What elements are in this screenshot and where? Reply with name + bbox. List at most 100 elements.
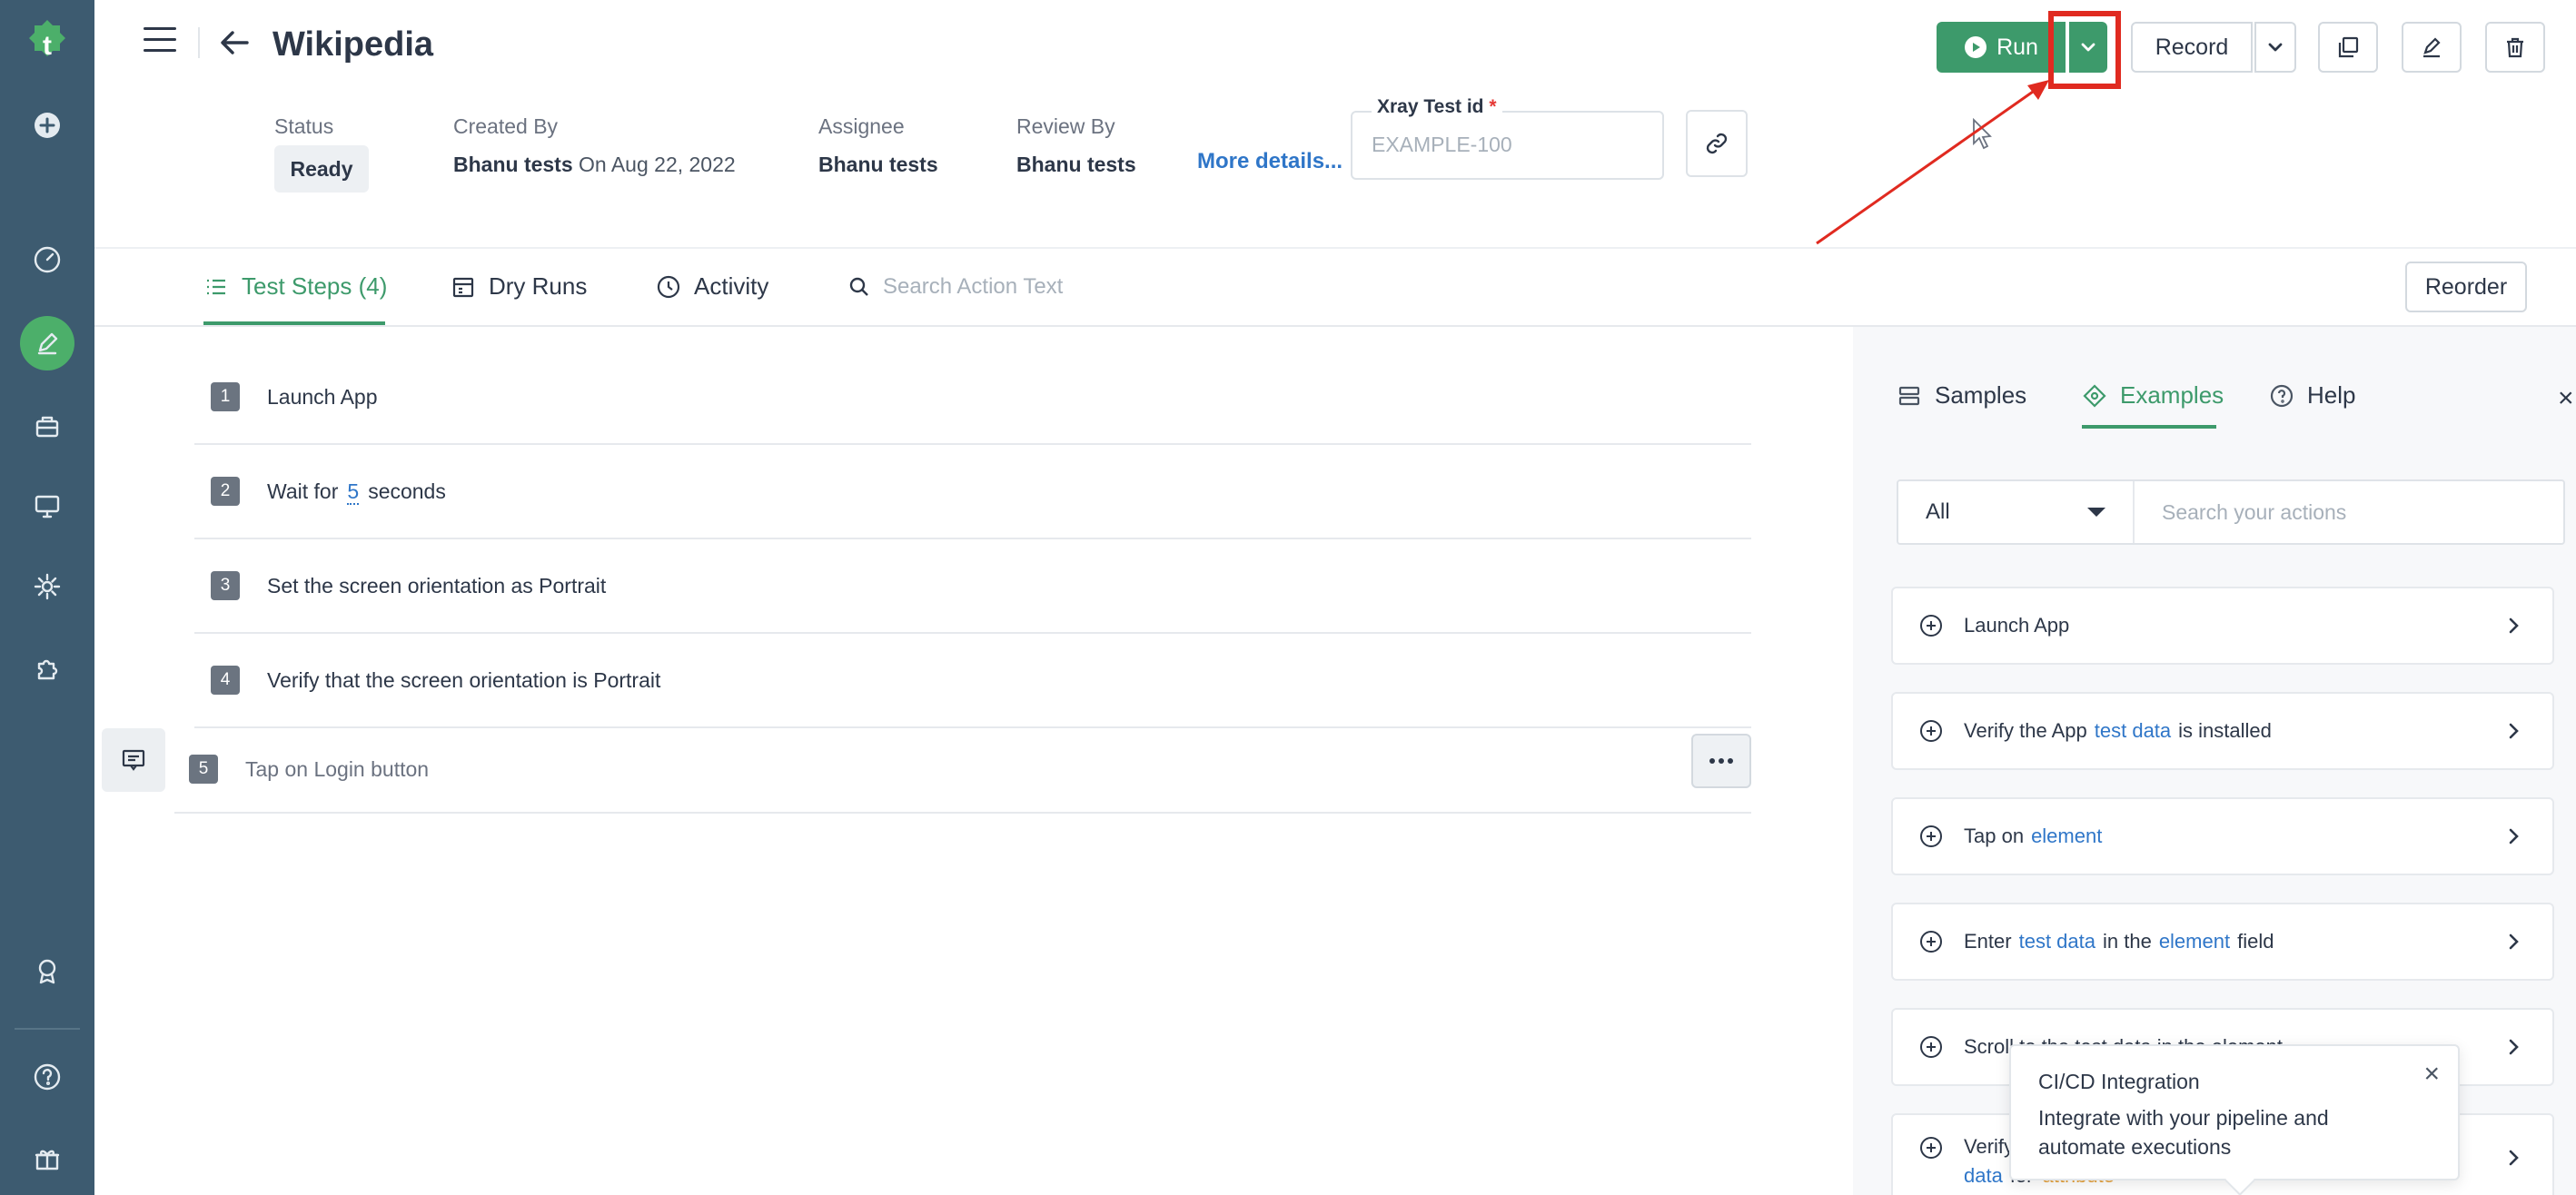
settings-gear-icon[interactable] [20,559,74,614]
chevron-right-icon [2509,1150,2519,1166]
edit-button[interactable] [2402,22,2462,73]
search-action-input[interactable] [883,274,1246,300]
action-param: element [2031,825,2103,847]
tab-dry-runs[interactable]: Dry Runs [451,272,587,301]
sidebar: t [0,0,94,1195]
create-new-icon[interactable] [20,98,74,153]
add-comment-button[interactable] [102,728,165,792]
chevron-right-icon [2509,828,2519,844]
test-step-row[interactable]: 2 Wait for 5 seconds [194,445,1751,539]
new-step-text[interactable]: Tap on Login button [245,757,429,782]
action-text-pre: Tap on [1964,825,2025,847]
chevron-right-icon [2509,1039,2519,1055]
step-text: Launch App [267,384,378,409]
panel-active-tab-underline [2082,425,2216,429]
search-action-text[interactable] [848,274,1246,300]
tabs-top-border [94,247,2576,249]
action-text: Enter test data in the element field [1964,930,2503,953]
samples-icon [1898,386,1920,405]
more-details-link[interactable]: More details... [1197,149,1342,174]
action-card[interactable]: Enter test data in the element field [1891,903,2554,981]
created-by-name: Bhanu tests [453,153,573,176]
step-more-options-button[interactable] [1691,734,1751,788]
tab-examples[interactable]: Examples [2082,381,2224,410]
devices-icon[interactable] [20,479,74,534]
test-suites-icon[interactable] [20,400,74,454]
dashboard-icon[interactable] [20,232,74,287]
tab-test-steps-label: Test Steps (4) [242,272,388,300]
mouse-cursor-icon [1973,118,1992,150]
tab-activity[interactable]: Activity [656,272,768,301]
chevron-down-icon [2268,43,2283,52]
xray-test-id-input[interactable] [1372,133,1644,157]
action-text-pre: Verify the App [1964,719,2087,742]
new-step-row[interactable]: 5 Tap on Login button [174,726,1751,814]
clock-icon [657,275,680,298]
back-arrow-icon[interactable] [218,29,251,56]
created-by-label: Created By [453,114,559,138]
status-label: Status [274,114,334,138]
action-card[interactable]: Tap on element [1891,797,2554,875]
category-selected-value: All [1926,499,1950,524]
step-number: 3 [211,571,240,600]
step-text-pre: Wait for [267,479,339,503]
plus-circle-icon [1920,931,1942,953]
tooltip-description: Integrate with your pipeline and automat… [2038,1106,2329,1159]
step-number: 2 [211,477,240,506]
testsigma-logo-icon[interactable]: t [18,13,76,71]
required-asterisk: * [1489,96,1497,117]
status-badge[interactable]: Ready [274,145,369,193]
plus-circle-icon [1920,615,1942,637]
action-text: Tap on element [1964,825,2503,848]
clone-button[interactable] [2318,22,2378,73]
addons-puzzle-icon[interactable] [20,641,74,696]
category-select[interactable]: All [1898,481,2135,543]
run-button[interactable]: Run [1937,22,2066,73]
tooltip-title: CI/CD Integration [2038,1070,2200,1093]
gift-icon[interactable] [20,1131,74,1186]
created-on-date: On Aug 22, 2022 [579,153,736,176]
step-text-post: seconds [368,479,446,503]
action-param: test data [2018,930,2095,953]
delete-button[interactable] [2485,22,2545,73]
record-button[interactable]: Record [2131,22,2253,73]
tab-examples-label: Examples [2120,381,2224,409]
test-step-row[interactable]: 3 Set the screen orientation as Portrait [194,539,1751,634]
tab-samples[interactable]: Samples [1897,381,2026,410]
run-label: Run [1996,34,2038,60]
help-icon[interactable] [20,1050,74,1104]
menu-hamburger-icon[interactable] [144,27,176,54]
action-card[interactable]: Verify the App test data is installed [1891,692,2554,770]
page-title: Wikipedia [272,25,434,64]
record-options-dropdown[interactable] [2254,22,2296,73]
test-development-icon[interactable] [20,316,74,370]
tab-help[interactable]: Help [2269,381,2355,410]
play-circle-icon [1965,36,1987,58]
reorder-button[interactable]: Reorder [2405,262,2527,312]
search-actions-input[interactable] [2135,499,2563,525]
test-step-row[interactable]: 4 Verify that the screen orientation is … [194,634,1751,728]
action-text: Verify the App test data is installed [1964,719,2503,743]
chevron-right-icon [2509,617,2519,634]
step-text: Wait for 5 seconds [267,479,446,505]
tooltip-close-icon[interactable]: × [2423,1059,2440,1090]
link-button[interactable] [1686,110,1748,177]
tab-test-steps[interactable]: Test Steps (4) [203,272,387,301]
action-text: Launch App [1964,614,2070,637]
cicd-integration-tooltip: CI/CD Integration Integrate with your pi… [2009,1044,2460,1195]
review-by-label: Review By [1016,114,1115,138]
action-card[interactable]: Launch App [1891,587,2554,665]
achievements-badge-icon[interactable] [20,944,74,999]
test-step-row[interactable]: 1 Launch App [194,351,1751,445]
examples-icon [2083,383,2106,408]
trash-icon [2507,37,2523,58]
annotation-highlight-box [2048,11,2121,89]
action-text-pre: Verify [1964,1135,2015,1158]
assignee-label: Assignee [818,114,905,138]
step-param-value[interactable]: 5 [347,479,360,505]
calendar-icon [452,277,474,297]
plus-circle-icon [1920,720,1942,742]
link-icon [1706,133,1728,154]
panel-close-icon[interactable]: × [2558,383,2574,414]
header-divider [198,27,200,58]
